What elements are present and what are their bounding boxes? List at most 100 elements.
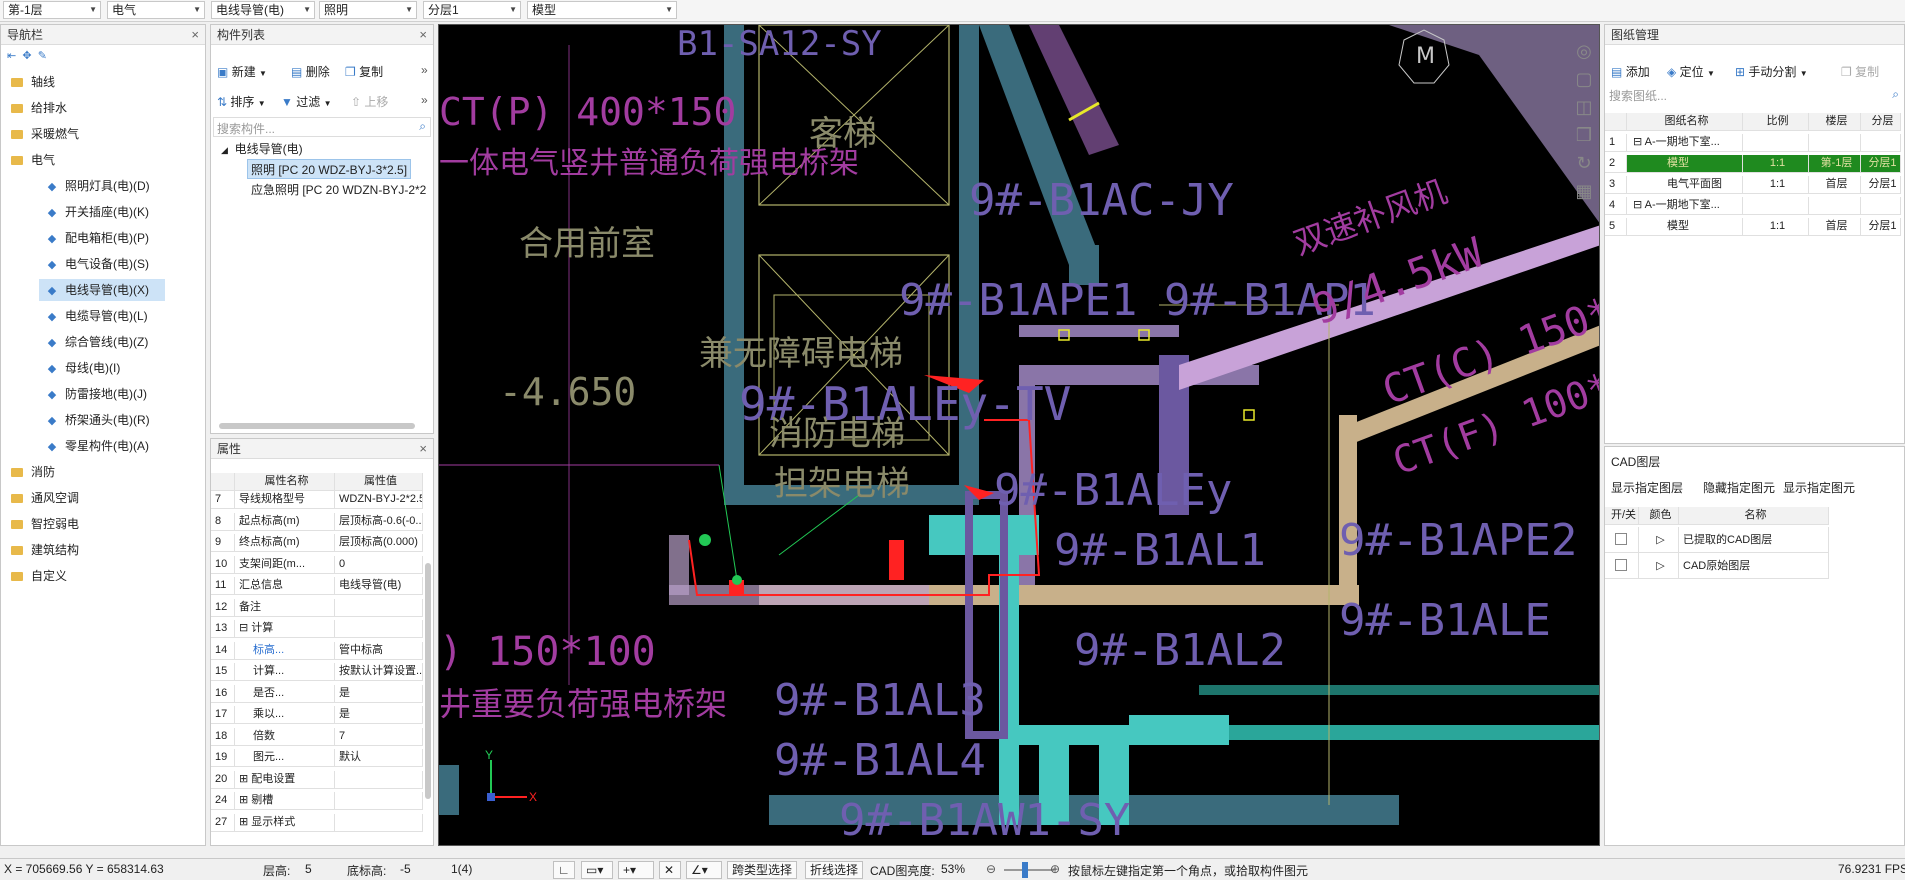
- edit-icon[interactable]: ✎: [38, 50, 47, 62]
- drawing-cell[interactable]: [1743, 134, 1809, 152]
- drawing-cell[interactable]: 首层: [1809, 218, 1861, 236]
- property-value[interactable]: 默认: [335, 749, 423, 767]
- property-value[interactable]: 层顶标高-0.6(-0...: [335, 512, 423, 531]
- drawing-cell[interactable]: 电气平面图: [1627, 176, 1743, 194]
- component-type-select[interactable]: 电线导管(电) ▼: [211, 1, 315, 19]
- layer-name[interactable]: CAD原始图层: [1679, 553, 1829, 579]
- drawing-cell[interactable]: 1:1: [1743, 218, 1809, 236]
- drawing-cell[interactable]: 1:1: [1743, 176, 1809, 194]
- view-3d-icon[interactable]: ❒: [1571, 125, 1597, 153]
- collapse-icon[interactable]: ⇤: [7, 50, 16, 62]
- property-value[interactable]: 管中标高: [335, 641, 423, 660]
- orbit-icon[interactable]: ◎: [1571, 41, 1597, 69]
- floor-select[interactable]: 第-1层 ▼: [3, 1, 101, 19]
- nav-item[interactable]: ◆ 综合管线(电)(Z): [39, 331, 165, 353]
- brightness-slider-thumb[interactable]: [1022, 862, 1028, 878]
- drawing-cell[interactable]: 分层1: [1861, 218, 1901, 236]
- property-value[interactable]: 是: [335, 706, 423, 724]
- property-value[interactable]: 按默认计算设置...: [335, 663, 423, 681]
- drawing-cell[interactable]: 第-1层: [1809, 155, 1861, 173]
- close-icon[interactable]: ×: [419, 25, 427, 45]
- layer-toggle-cell[interactable]: [1605, 553, 1639, 579]
- filter-button[interactable]: ▼ 过滤 ▼: [281, 93, 332, 110]
- nav-item[interactable]: ◆ 电缆导管(电)(L): [39, 305, 165, 327]
- hide-element-button[interactable]: 隐藏指定图元: [1703, 479, 1775, 496]
- select-box-icon[interactable]: ▭▾: [581, 861, 613, 879]
- discipline-select[interactable]: 电气 ▼: [107, 1, 205, 19]
- expand-icon[interactable]: ⊞: [239, 773, 251, 785]
- nav-item[interactable]: ◆ 配电箱柜(电)(P): [39, 227, 165, 249]
- show-layer-button[interactable]: 显示指定图层: [1611, 479, 1683, 496]
- expand-icon[interactable]: ⊞: [239, 816, 251, 828]
- component-item[interactable]: 照明 [PC 20 WDZ-BYJ-3*2.5]: [247, 159, 412, 179]
- expand-icon[interactable]: ▷: [1656, 560, 1664, 572]
- collapse-icon[interactable]: ⊟: [1633, 199, 1645, 211]
- drawing-cell[interactable]: 分层1: [1861, 176, 1901, 194]
- layer-visibility-checkbox[interactable]: [1615, 559, 1627, 571]
- nav-item[interactable]: ◆ 开关插座(电)(K): [39, 201, 165, 223]
- copy-button[interactable]: ❐ 复制: [345, 63, 383, 80]
- ortho-icon[interactable]: ∟: [553, 861, 575, 879]
- property-value[interactable]: 0: [335, 555, 423, 574]
- layer-visibility-checkbox[interactable]: [1615, 533, 1627, 545]
- property-value[interactable]: [335, 770, 423, 789]
- nav-item[interactable]: 智控弱电: [1, 513, 191, 535]
- horizontal-scrollbar[interactable]: [219, 423, 415, 429]
- subtype-select[interactable]: 照明 ▼: [319, 1, 417, 19]
- drawing-cell[interactable]: [1809, 134, 1861, 152]
- cad-canvas[interactable]: B1-SA12-SY CT(P) 400*150 客梯 9#-B1AC-JY 一…: [438, 24, 1600, 846]
- close-icon[interactable]: ×: [191, 25, 199, 45]
- drawing-cell[interactable]: [1809, 197, 1861, 215]
- nav-item[interactable]: 建筑结构: [1, 539, 191, 561]
- layer-toggle-cell[interactable]: [1605, 527, 1639, 553]
- more-icon[interactable]: »: [421, 93, 428, 107]
- drawing-cell[interactable]: ⊟ A-一期地下室...: [1627, 197, 1743, 215]
- close-icon[interactable]: ×: [419, 439, 427, 459]
- locate-button[interactable]: ◈ 定位 ▼: [1667, 63, 1715, 80]
- grid-toggle-icon[interactable]: ▦: [1571, 181, 1597, 209]
- minus-icon[interactable]: ⊖: [986, 862, 996, 876]
- drawing-cell[interactable]: 1:1: [1743, 155, 1809, 173]
- delete-button[interactable]: ▤ 删除: [291, 63, 330, 80]
- layer-name[interactable]: 已提取的CAD图层: [1679, 527, 1829, 553]
- nav-item[interactable]: 自定义: [1, 565, 191, 587]
- nav-item[interactable]: 给排水: [1, 97, 191, 119]
- component-search[interactable]: 搜索构件... ⌕: [213, 117, 431, 137]
- nav-item[interactable]: ◆ 照明灯具(电)(D): [39, 175, 165, 197]
- new-button[interactable]: ▣ 新建 ▼: [217, 63, 267, 80]
- drawing-cell[interactable]: [1861, 134, 1901, 152]
- property-value[interactable]: [335, 792, 423, 810]
- nav-item[interactable]: ◆ 电气设备(电)(S): [39, 253, 165, 275]
- drawing-cell[interactable]: 1: [1605, 134, 1627, 152]
- property-value[interactable]: 层顶标高(0.000): [335, 534, 423, 552]
- snap-icon[interactable]: +▾: [618, 861, 654, 879]
- property-value[interactable]: [335, 620, 423, 638]
- view-cube-icon[interactable]: ◫: [1571, 97, 1597, 125]
- plus-icon[interactable]: ⊕: [1050, 862, 1060, 876]
- drawing-search[interactable]: 搜索图纸... ⌕: [1609, 87, 1899, 105]
- model-select[interactable]: 模型 ▼: [527, 1, 677, 19]
- property-value[interactable]: [335, 813, 423, 832]
- drawing-cell[interactable]: 模型: [1627, 155, 1743, 173]
- drawing-cell[interactable]: 5: [1605, 218, 1627, 236]
- drawing-cell[interactable]: 首层: [1809, 176, 1861, 194]
- cad-drawing[interactable]: B1-SA12-SY CT(P) 400*150 客梯 9#-B1AC-JY 一…: [439, 25, 1600, 846]
- layer-select[interactable]: 分层1 ▼: [423, 1, 521, 19]
- property-value[interactable]: 7: [335, 727, 423, 746]
- more-icon[interactable]: »: [421, 63, 428, 77]
- component-item[interactable]: 应急照明 [PC 20 WDZN-BYJ-2*2: [251, 180, 426, 200]
- property-value[interactable]: WDZN-BYJ-2*2.5: [335, 491, 423, 509]
- angle-icon[interactable]: ∠▾: [686, 861, 722, 879]
- drawing-cell[interactable]: [1743, 197, 1809, 215]
- property-value[interactable]: 电线导管(电): [335, 577, 423, 595]
- sort-button[interactable]: ⇅ 排序 ▼: [217, 93, 266, 110]
- expand-icon[interactable]: ▷: [1656, 534, 1664, 546]
- drawing-cell[interactable]: 4: [1605, 197, 1627, 215]
- show-element-button[interactable]: 显示指定图元: [1783, 479, 1855, 496]
- add-drawing-button[interactable]: ▤ 添加: [1611, 63, 1650, 80]
- drawing-cell[interactable]: ⊟ A-一期地下室...: [1627, 134, 1743, 152]
- nav-item[interactable]: ◆ 防雷接地(电)(J): [39, 383, 165, 405]
- brightness-slider[interactable]: [1004, 869, 1054, 871]
- polyline-select-button[interactable]: 折线选择: [805, 861, 864, 879]
- drawing-cell[interactable]: [1861, 197, 1901, 215]
